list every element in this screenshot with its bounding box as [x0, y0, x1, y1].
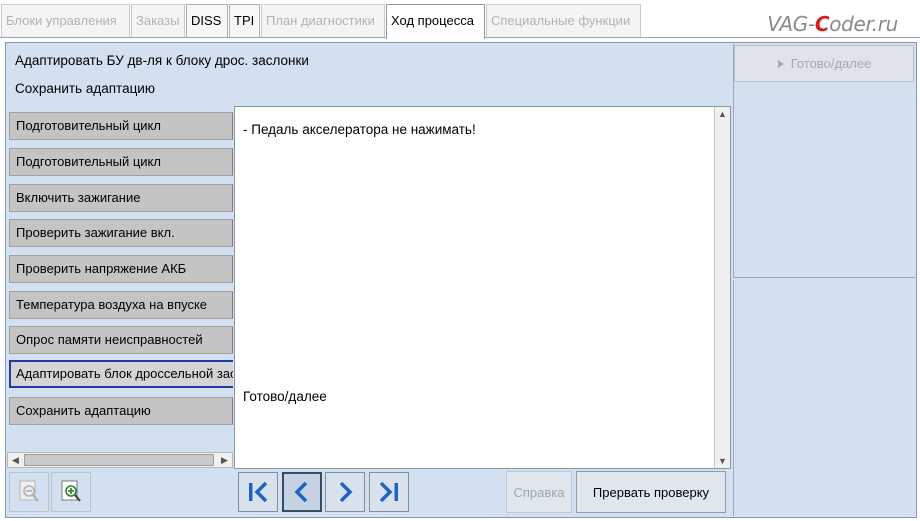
- instruction-scrollbar[interactable]: ▲ ▼: [714, 107, 730, 468]
- zoom-out-button[interactable]: [9, 472, 49, 512]
- ready-next-label: Готово/далее: [790, 56, 872, 71]
- tab-diagnostic-plan[interactable]: План диагностики: [261, 4, 385, 37]
- process-header: Адаптировать БУ дв-ля к блоку дрос. засл…: [7, 44, 729, 104]
- step-item[interactable]: Температура воздуха на впуске: [9, 291, 233, 319]
- step-list-scrollbar[interactable]: ◀ ▶: [7, 452, 233, 468]
- abort-test-button[interactable]: Прервать проверку: [576, 471, 726, 513]
- tab-control-units[interactable]: Блоки управления: [1, 4, 130, 37]
- process-subtitle: Сохранить адаптацию: [15, 81, 155, 96]
- zoom-out-icon: [19, 480, 39, 502]
- step-item[interactable]: Опрос памяти неисправностей: [9, 326, 233, 354]
- next-step-button[interactable]: [325, 472, 365, 512]
- instruction-footer: Готово/далее: [243, 389, 327, 404]
- scrollbar-thumb[interactable]: [24, 454, 214, 466]
- help-button[interactable]: Справка: [506, 471, 572, 513]
- scroll-left-arrow-icon[interactable]: ◀: [8, 453, 23, 467]
- ready-next-button[interactable]: Готово/далее: [734, 45, 914, 82]
- tab-diss[interactable]: DISS: [186, 4, 228, 37]
- step-item-current[interactable]: Адаптировать блок дроссельной заслонки: [9, 360, 233, 388]
- scroll-up-arrow-icon[interactable]: ▲: [715, 107, 730, 121]
- last-step-button[interactable]: [369, 472, 409, 512]
- tab-process[interactable]: Ход процесса: [386, 4, 485, 39]
- previous-step-button[interactable]: [282, 472, 322, 512]
- tab-special-functions[interactable]: Специальные функции: [486, 4, 641, 37]
- chevron-left-icon: [294, 481, 308, 503]
- play-icon: [777, 59, 784, 68]
- tab-orders[interactable]: Заказы: [131, 4, 185, 37]
- skip-last-icon: [379, 481, 398, 503]
- right-panel-bottom: [733, 280, 915, 516]
- step-item[interactable]: Проверить зажигание вкл.: [9, 219, 233, 247]
- zoom-in-icon: [61, 480, 81, 502]
- scroll-down-arrow-icon[interactable]: ▼: [715, 454, 730, 468]
- first-step-button[interactable]: [238, 472, 278, 512]
- tab-tpi[interactable]: TPI: [229, 4, 260, 37]
- instruction-message: - Педаль акселератора не нажимать!: [243, 122, 476, 137]
- step-item[interactable]: Сохранить адаптацию: [9, 397, 233, 425]
- step-list: Подготовительный цикл Подготовительный ц…: [7, 106, 233, 428]
- chevron-right-icon: [339, 481, 353, 503]
- scroll-right-arrow-icon[interactable]: ▶: [217, 453, 232, 467]
- process-title: Адаптировать БУ дв-ля к блоку дрос. засл…: [15, 53, 309, 68]
- skip-first-icon: [249, 481, 268, 503]
- watermark-logo: VAG-Coder.ru: [767, 12, 898, 36]
- instruction-panel: - Педаль акселератора не нажимать! Готов…: [234, 106, 731, 469]
- step-item[interactable]: Включить зажигание: [9, 184, 233, 212]
- step-item[interactable]: Подготовительный цикл: [9, 148, 233, 176]
- step-item[interactable]: Подготовительный цикл: [9, 112, 233, 140]
- step-item[interactable]: Проверить напряжение АКБ: [9, 255, 233, 283]
- zoom-in-button[interactable]: [51, 472, 91, 512]
